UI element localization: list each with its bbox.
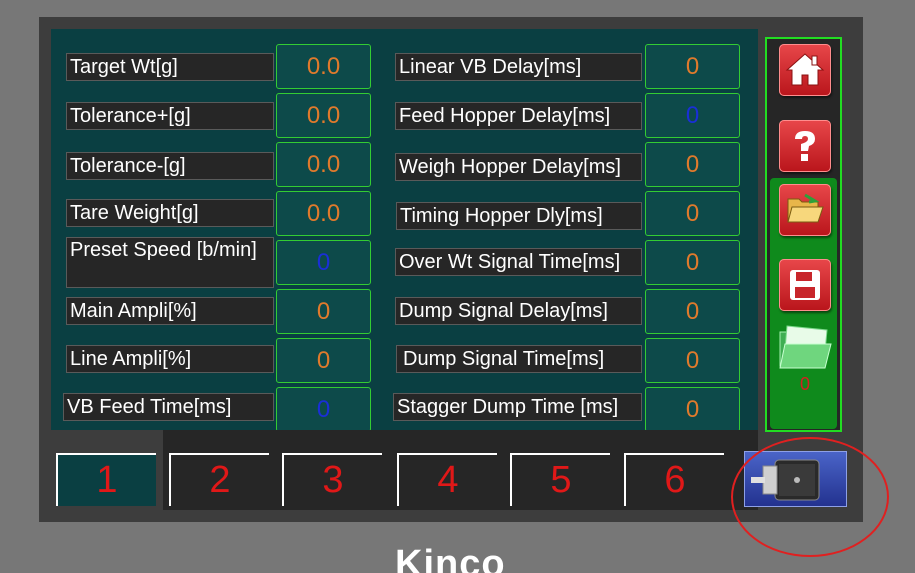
file-folder-button[interactable]: [777, 322, 833, 374]
tab-3[interactable]: 3: [282, 453, 382, 506]
field-dump-signal-delay[interactable]: 0: [645, 289, 740, 334]
label-main-ampli: Main Ampli[%]: [66, 297, 274, 325]
help-icon: [795, 131, 815, 161]
help-button[interactable]: [779, 120, 831, 172]
label-tolerance-minus: Tolerance-[g]: [66, 152, 274, 180]
label-target-wt: Target Wt[g]: [66, 53, 274, 81]
field-feed-hopper-delay[interactable]: 0: [645, 93, 740, 138]
field-dump-signal-time[interactable]: 0: [645, 338, 740, 383]
label-preset-speed: Preset Speed [b/min]: [66, 237, 274, 288]
tab-5[interactable]: 5: [510, 453, 610, 506]
label-feed-hopper-delay: Feed Hopper Delay[ms]: [395, 102, 642, 130]
label-tolerance-plus: Tolerance+[g]: [66, 102, 274, 130]
save-icon: [790, 270, 820, 300]
field-over-wt-signal-time[interactable]: 0: [645, 240, 740, 285]
label-over-wt-signal-time: Over Wt Signal Time[ms]: [395, 248, 642, 276]
tab-2[interactable]: 2: [169, 453, 269, 506]
field-tare-weight[interactable]: 0.0: [276, 191, 371, 236]
field-stagger-dump-time[interactable]: 0: [645, 387, 740, 432]
field-weigh-hopper-delay[interactable]: 0: [645, 142, 740, 187]
label-weigh-hopper-delay: Weigh Hopper Delay[ms]: [395, 153, 642, 181]
field-target-wt[interactable]: 0.0: [276, 44, 371, 89]
field-timing-hopper-dly[interactable]: 0: [645, 191, 740, 236]
field-main-ampli[interactable]: 0: [276, 289, 371, 334]
home-button[interactable]: [779, 44, 831, 96]
field-preset-speed[interactable]: 0: [276, 240, 371, 285]
tab-1[interactable]: 1: [56, 453, 156, 506]
label-timing-hopper-dly: Timing Hopper Dly[ms]: [396, 202, 642, 230]
field-tolerance-minus[interactable]: 0.0: [276, 142, 371, 187]
label-stagger-dump-time: Stagger Dump Time [ms]: [393, 393, 642, 421]
field-line-ampli[interactable]: 0: [276, 338, 371, 383]
open-file-button[interactable]: [779, 184, 831, 236]
label-dump-signal-delay: Dump Signal Delay[ms]: [395, 297, 642, 325]
highlight-circle: [731, 437, 889, 557]
home-icon: [785, 53, 825, 86]
field-tolerance-plus[interactable]: 0.0: [276, 93, 371, 138]
label-dump-signal-time: Dump Signal Time[ms]: [396, 345, 642, 373]
file-folder-icon: [779, 325, 832, 369]
label-linear-vb-delay: Linear VB Delay[ms]: [395, 53, 642, 81]
label-vb-feed-time: VB Feed Time[ms]: [63, 393, 274, 421]
open-folder-icon: [787, 193, 824, 223]
field-vb-feed-time[interactable]: 0: [276, 387, 371, 432]
folder-count: 0: [799, 374, 810, 394]
label-line-ampli: Line Ampli[%]: [66, 345, 274, 373]
tab-4[interactable]: 4: [397, 453, 497, 506]
label-tare-weight: Tare Weight[g]: [66, 199, 274, 227]
save-button[interactable]: [779, 259, 831, 311]
tab-6[interactable]: 6: [624, 453, 724, 506]
field-linear-vb-delay[interactable]: 0: [645, 44, 740, 89]
